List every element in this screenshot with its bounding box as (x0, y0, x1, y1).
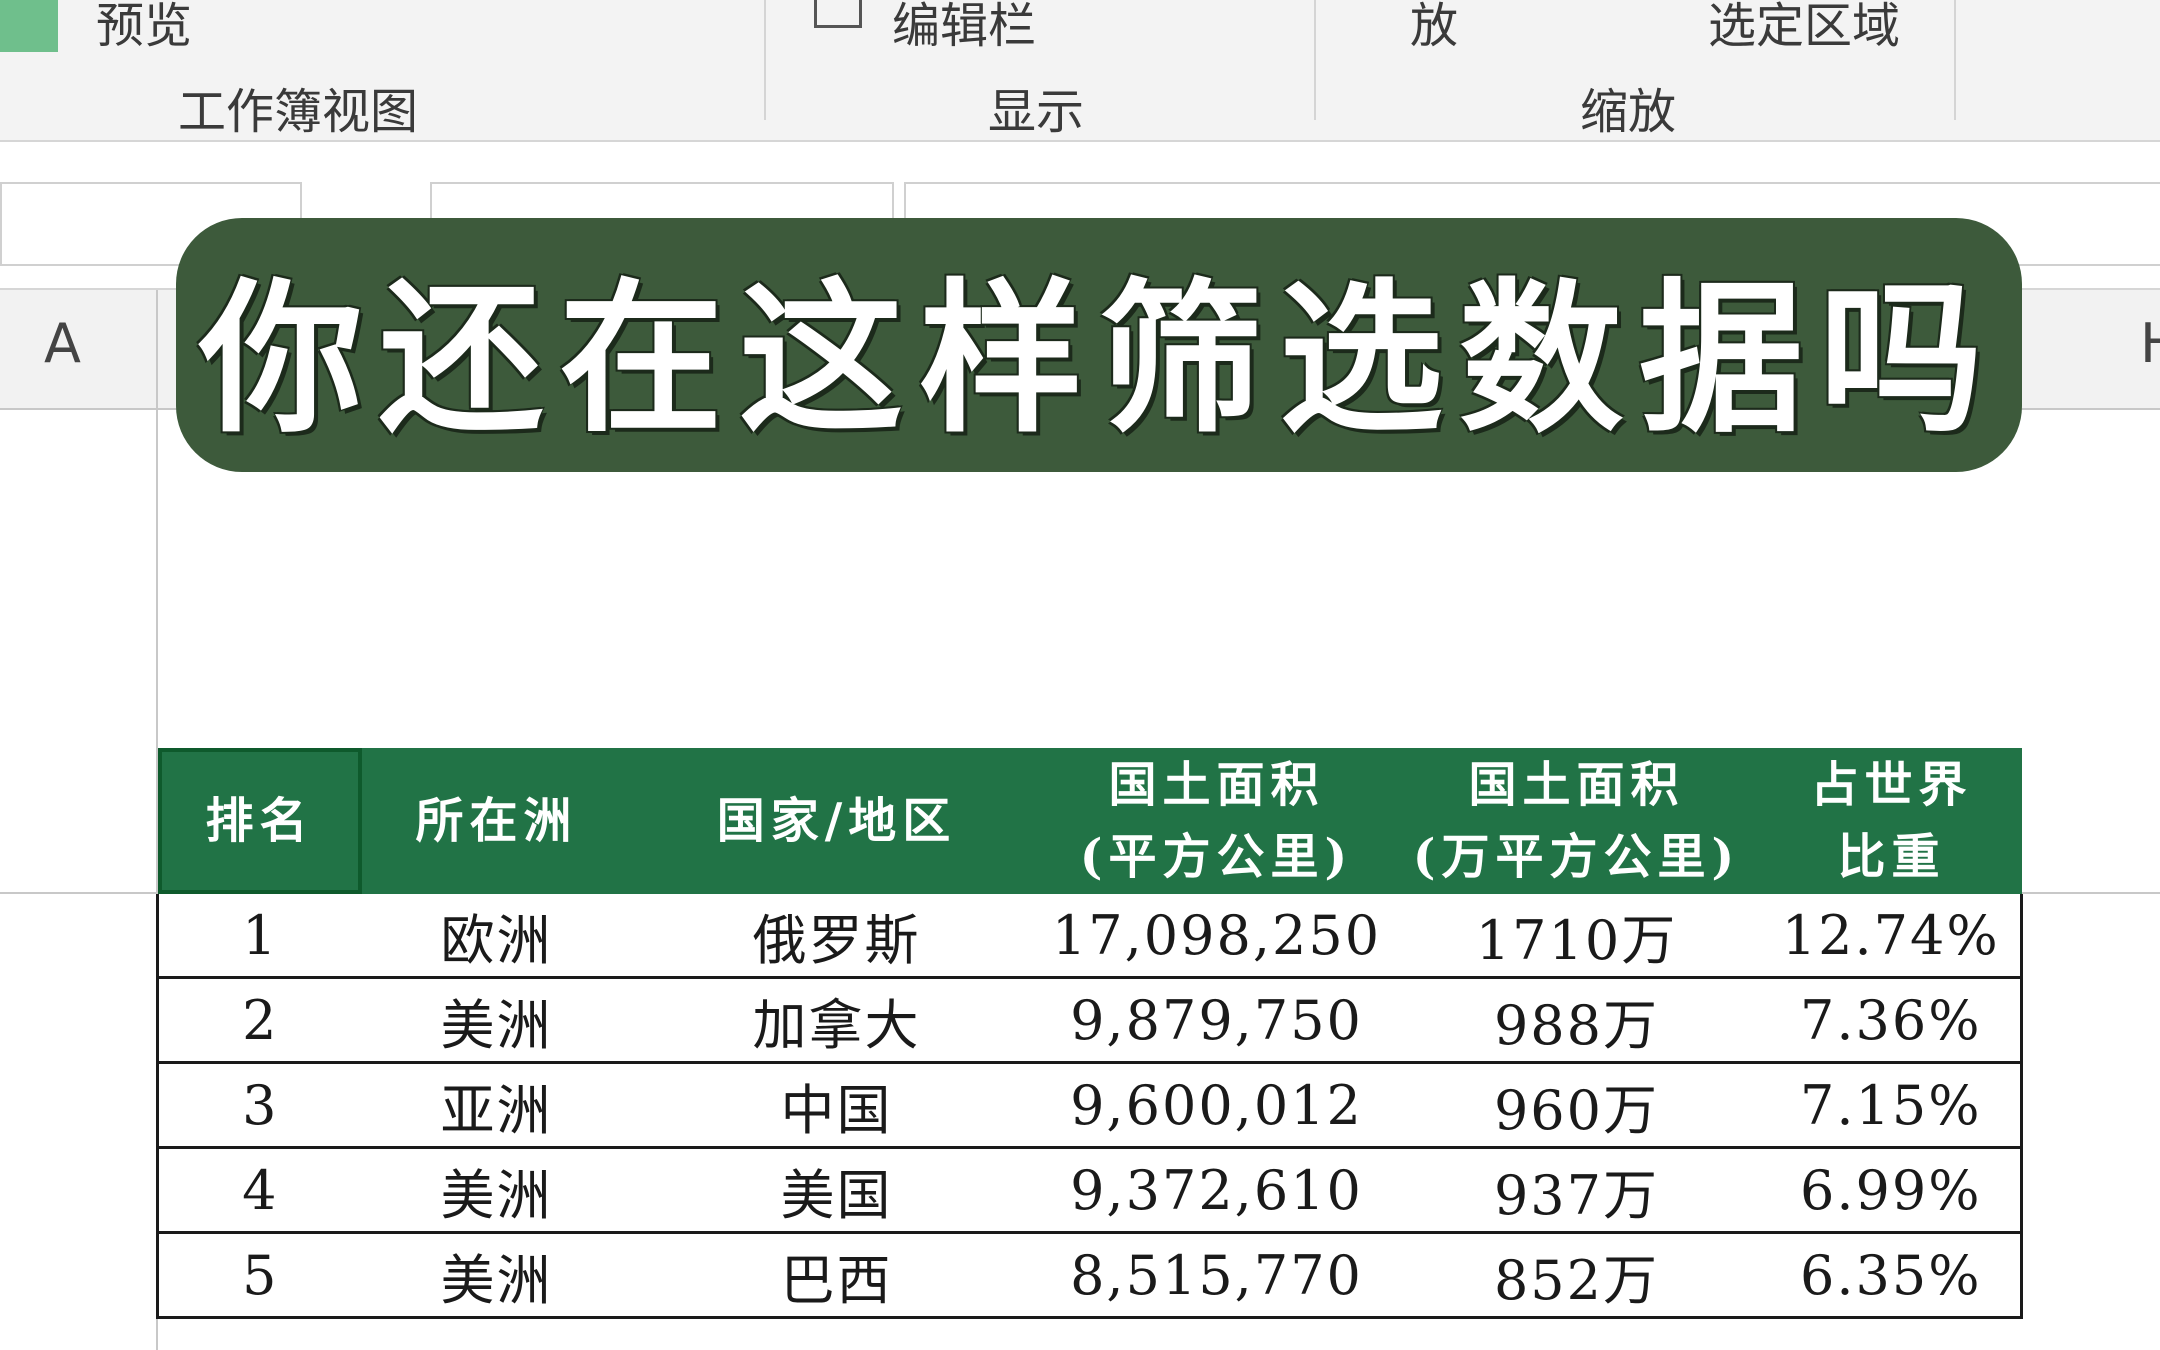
cell-country[interactable]: 俄罗斯 (631, 894, 1042, 979)
header-area-10k-sqkm[interactable]: 国土面积 (万平方公里) (1391, 748, 1762, 894)
formula-bar-checkbox[interactable] (814, 0, 862, 28)
zoom-to-selection-button-label[interactable]: 选定区域 (1708, 0, 1900, 56)
cell-country[interactable]: 中国 (631, 1062, 1042, 1149)
table-row: 5 美洲 巴西 8,515,770 852万 6.35% (156, 1232, 2023, 1319)
cell-share[interactable]: 7.15% (1761, 1062, 2023, 1149)
ribbon-separator (1314, 0, 1316, 120)
preview-button-label[interactable]: 预览 (96, 0, 192, 56)
ribbon-separator (764, 0, 766, 120)
cell-country[interactable]: 美国 (631, 1147, 1042, 1234)
ribbon: 预览 工作簿视图 编辑栏 显示 放 选定区域 缩放 (0, 0, 2160, 142)
cell-continent[interactable]: 欧洲 (361, 894, 632, 979)
cell-continent[interactable]: 亚洲 (361, 1062, 632, 1149)
header-continent[interactable]: 所在洲 (361, 748, 632, 894)
header-area-sqkm[interactable]: 国土面积 (平方公里) (1041, 748, 1392, 894)
cell-share[interactable]: 6.99% (1761, 1147, 2023, 1234)
cell-area-10k[interactable]: 937万 (1391, 1147, 1762, 1234)
zoom-button-label[interactable]: 放 (1410, 0, 1458, 56)
table-row: 3 亚洲 中国 9,600,012 960万 7.15% (156, 1062, 2023, 1149)
cell-rank[interactable]: 4 (156, 1147, 362, 1234)
table-row: 4 美洲 美国 9,372,610 937万 6.99% (156, 1147, 2023, 1234)
country-area-table: 排名 所在洲 国家/地区 国土面积 (平方公里) 国土面积 (万平方公里) 占世… (156, 748, 2023, 1319)
cell-share[interactable]: 12.74% (1761, 894, 2023, 979)
cell-country[interactable]: 加拿大 (631, 977, 1042, 1064)
banner-title: 你还在这样筛选数据吗 (198, 261, 1999, 455)
formula-bar-toggle-label[interactable]: 编辑栏 (892, 0, 1036, 56)
cell-continent[interactable]: 美洲 (361, 1147, 632, 1234)
cell-area-10k[interactable]: 1710万 (1391, 894, 1762, 979)
cell-rank[interactable]: 1 (156, 894, 362, 979)
cell-rank[interactable]: 2 (156, 977, 362, 1064)
cell-country[interactable]: 巴西 (631, 1232, 1042, 1319)
cell-area-sqkm[interactable]: 9,600,012 (1041, 1062, 1392, 1149)
workbook-views-group-label: 工作簿视图 (178, 84, 419, 140)
cell-rank[interactable]: 5 (156, 1232, 362, 1319)
cell-continent[interactable]: 美洲 (361, 1232, 632, 1319)
table-row: 1 欧洲 俄罗斯 17,098,250 1710万 12.74% (156, 894, 2023, 979)
cell-area-10k[interactable]: 988万 (1391, 977, 1762, 1064)
cell-share[interactable]: 6.35% (1761, 1232, 2023, 1319)
cell-area-sqkm[interactable]: 9,372,610 (1041, 1147, 1392, 1234)
table-header-row: 排名 所在洲 国家/地区 国土面积 (平方公里) 国土面积 (万平方公里) 占世… (157, 748, 2022, 894)
ribbon-separator (1954, 0, 1956, 120)
column-header-a[interactable]: A (44, 312, 81, 375)
header-rank[interactable]: 排名 (157, 748, 362, 894)
zoom-group-label: 缩放 (1580, 84, 1677, 140)
cell-area-sqkm[interactable]: 8,515,770 (1041, 1232, 1392, 1319)
cell-share[interactable]: 7.36% (1761, 977, 2023, 1064)
cell-area-sqkm[interactable]: 17,098,250 (1041, 894, 1392, 979)
header-country[interactable]: 国家/地区 (631, 748, 1042, 894)
table-row: 2 美洲 加拿大 9,879,750 988万 7.36% (156, 977, 2023, 1064)
title-banner: 你还在这样筛选数据吗 (176, 218, 2022, 472)
cell-area-sqkm[interactable]: 9,879,750 (1041, 977, 1392, 1064)
column-header-h[interactable]: H (2140, 312, 2160, 375)
show-group-label: 显示 (988, 84, 1085, 140)
cell-area-10k[interactable]: 852万 (1391, 1232, 1762, 1319)
page-break-preview-icon[interactable] (0, 0, 58, 52)
cell-continent[interactable]: 美洲 (361, 977, 632, 1064)
cell-rank[interactable]: 3 (156, 1062, 362, 1149)
cell-area-10k[interactable]: 960万 (1391, 1062, 1762, 1149)
header-world-share[interactable]: 占世界 比重 (1761, 748, 2022, 894)
